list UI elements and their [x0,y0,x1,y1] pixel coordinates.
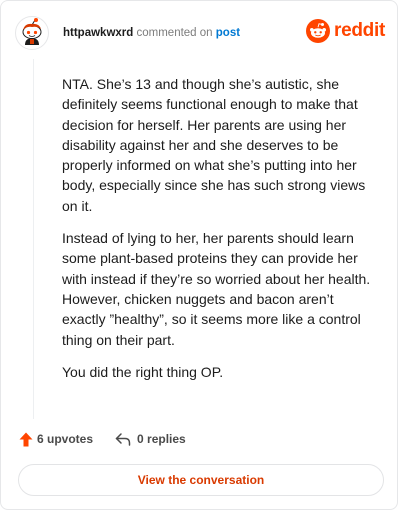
comment-card: httpawkwxrd commented on post reddit NTA… [0,0,398,510]
comment-paragraph: Instead of lying to her, her parents sho… [62,230,371,348]
upvote-arrow-icon [19,432,33,446]
reply-arrow-icon [115,433,131,446]
comment-header: httpawkwxrd commented on post reddit [15,15,385,51]
view-conversation-button[interactable]: View the conversation [18,464,384,496]
action-text: commented on [136,27,213,39]
reddit-brand[interactable]: reddit [306,19,385,43]
upvote-count: 6 upvotes [37,432,94,446]
replies-button[interactable]: 0 replies [115,432,186,446]
thread-line [33,59,34,419]
comment-body: NTA. She’s 13 and though she’s autistic,… [62,74,380,394]
comment-paragraph: NTA. She’s 13 and though she’s autistic,… [62,76,366,214]
post-link[interactable]: post [216,27,240,39]
username[interactable]: httpawkwxrd [63,27,133,39]
avatar[interactable] [15,16,49,50]
reddit-snoo-logo-icon [306,19,331,43]
comment-actions: 6 upvotes 0 replies [19,429,186,449]
reply-count: 0 replies [137,432,186,446]
comment-meta: httpawkwxrd commented on post [63,27,240,39]
reddit-snoo-avatar-icon [15,16,49,50]
brand-wordmark: reddit [334,20,385,41]
comment-paragraph: You did the right thing OP. [62,363,224,380]
upvote-button[interactable]: 6 upvotes [19,432,93,447]
